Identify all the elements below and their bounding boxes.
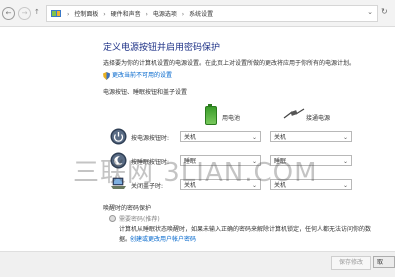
- column-battery-label: 用电池: [222, 115, 241, 122]
- back-button[interactable]: ←: [2, 7, 15, 20]
- column-ac-label: 接通电源: [306, 115, 331, 122]
- chevron-down-icon: ⌄: [251, 134, 257, 141]
- address-bar-region: ← → ↑ › 控制面板 › 硬件和声音 › 电源选项 › 系统设置 ⌄ ↻: [0, 0, 395, 27]
- section-heading-password: 唤醒时的密码保护: [103, 205, 152, 212]
- plug-icon: [283, 108, 305, 119]
- require-password-radio[interactable]: [109, 215, 116, 222]
- change-unavailable-settings-link[interactable]: 更改当前不可用的设置: [103, 70, 172, 80]
- breadcrumb-separator: ›: [103, 11, 106, 18]
- watermark: 三联网 3LIAN.COM: [73, 158, 318, 188]
- breadcrumb-system-settings[interactable]: 系统设置: [189, 11, 213, 18]
- breadcrumb-separator: ›: [181, 11, 185, 18]
- chevron-down-icon: ⌄: [342, 134, 348, 141]
- breadcrumb-separator: ›: [145, 11, 148, 18]
- power-button-label: 按电源按钮时:: [131, 135, 170, 142]
- page-title: 定义电源按钮并启用密码保护: [103, 43, 221, 53]
- breadcrumb-control-panel[interactable]: 控制面板: [74, 11, 98, 18]
- breadcrumb-separator: ›: [67, 11, 70, 18]
- up-button[interactable]: ↑: [34, 8, 40, 16]
- breadcrumb: › 控制面板 › 硬件和声音 › 电源选项 › 系统设置: [67, 9, 216, 18]
- power-button-ac-select[interactable]: 关机 ⌄: [270, 131, 352, 142]
- create-change-password-link[interactable]: 创建或更改用户帐户密码: [130, 234, 196, 243]
- section-heading-buttons: 电源按钮、睡眠按钮和盖子设置: [103, 89, 188, 96]
- address-field[interactable]: › 控制面板 › 硬件和声音 › 电源选项 › 系统设置 ⌄: [46, 5, 378, 22]
- forward-button[interactable]: →: [18, 7, 31, 20]
- select-value: 关机: [274, 134, 287, 141]
- refresh-icon[interactable]: ↻: [381, 7, 388, 16]
- chevron-down-icon: ⌄: [342, 158, 348, 165]
- require-password-description: 计算机从睡眠状态唤醒时，如果未输入正确的密码来解除计算机锁定，任何人都无法访问你…: [119, 226, 372, 233]
- power-button-icon: [110, 128, 127, 145]
- require-password-label: 需要密码(推荐): [119, 216, 160, 223]
- change-link-text[interactable]: 更改当前不可用的设置: [112, 72, 172, 79]
- select-value: 关机: [184, 134, 197, 141]
- control-panel-icon: [51, 10, 61, 17]
- uac-shield-icon: [103, 71, 110, 80]
- battery-icon: [205, 104, 217, 125]
- chevron-down-icon: ⌄: [342, 182, 348, 189]
- cancel-button[interactable]: 取: [373, 256, 395, 268]
- save-changes-button[interactable]: 保存修改: [331, 256, 371, 270]
- power-button-battery-select[interactable]: 关机 ⌄: [180, 131, 261, 142]
- address-dropdown-icon[interactable]: ⌄: [367, 8, 373, 16]
- page-description: 选择要为你的计算机设置的电源设置。在此页上对设置所做的更改将应用于你所有的电源计…: [103, 60, 356, 67]
- breadcrumb-power-options[interactable]: 电源选项: [153, 11, 177, 18]
- breadcrumb-hardware-sound[interactable]: 硬件和声音: [111, 11, 141, 18]
